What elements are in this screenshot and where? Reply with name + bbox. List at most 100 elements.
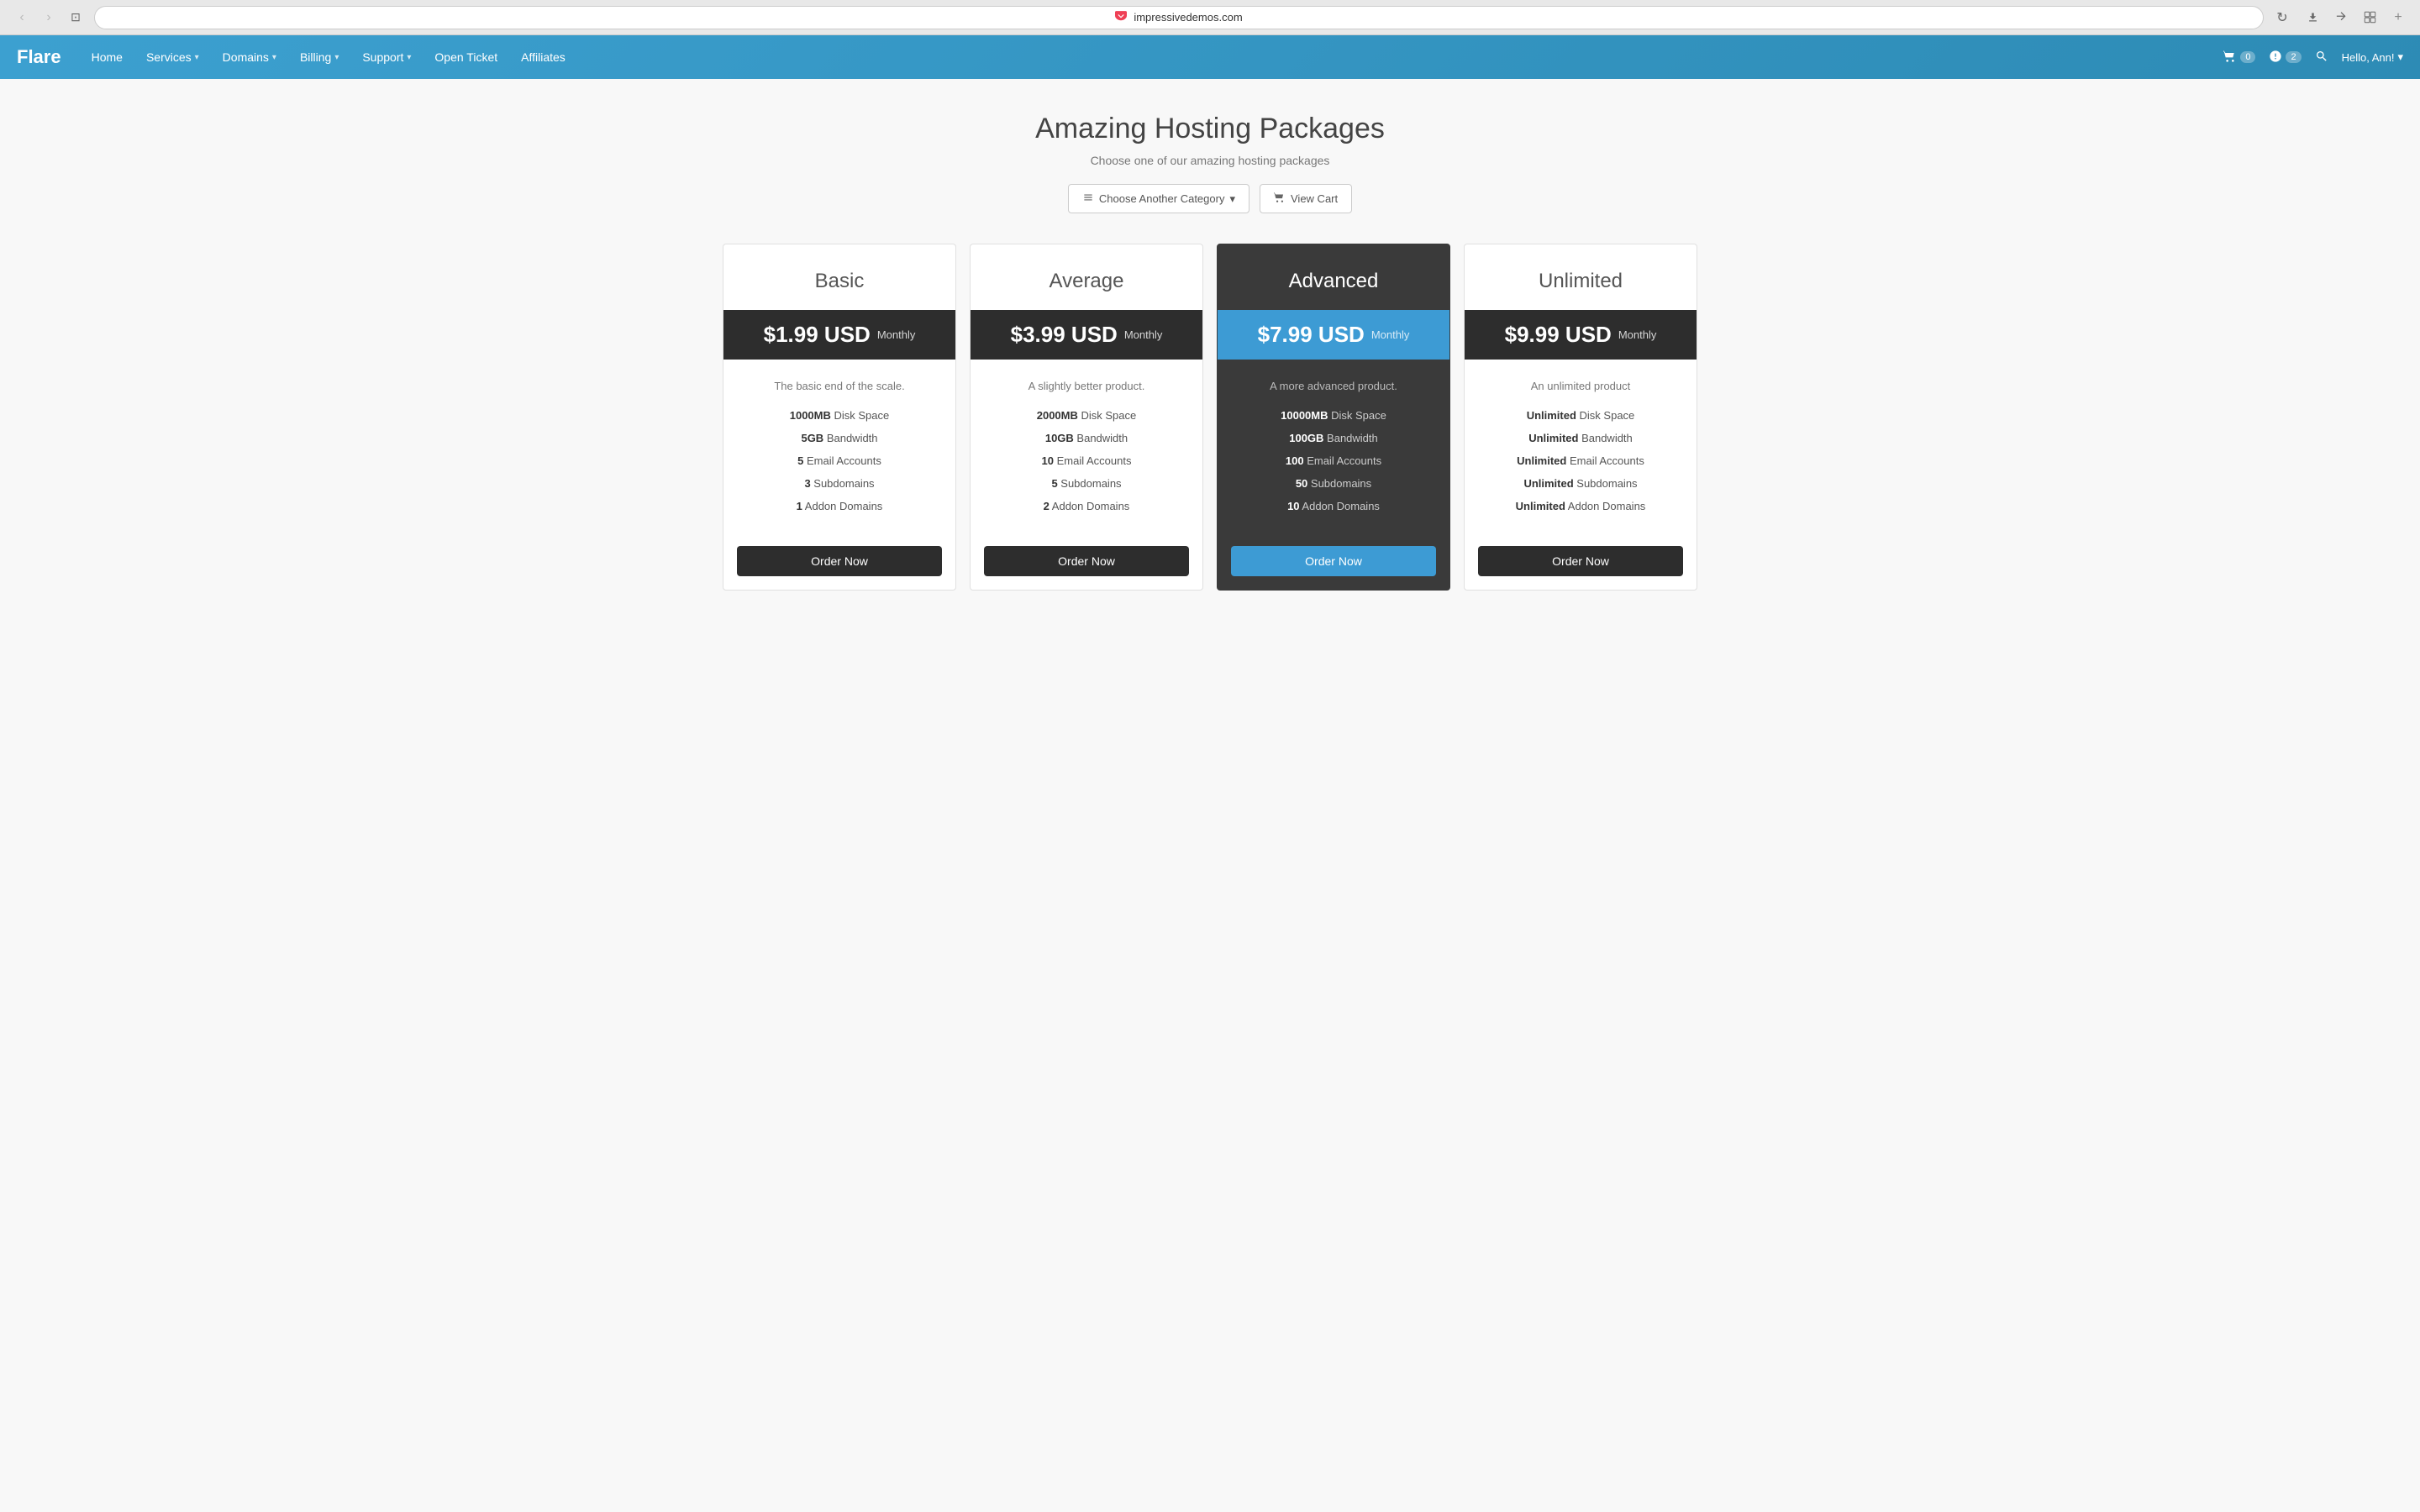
feature-item: Unlimited Subdomains: [1478, 477, 1683, 490]
reload-button[interactable]: ↻: [2270, 6, 2294, 29]
price-bar-average: $3.99 USD Monthly: [971, 310, 1202, 360]
feature-item: Unlimited Addon Domains: [1478, 500, 1683, 512]
billing-chevron: ▾: [334, 53, 339, 62]
card-body-average: A slightly better product. 2000MB Disk S…: [971, 360, 1202, 533]
price-period-unlimited: Monthly: [1618, 328, 1657, 341]
price-bar-unlimited: $9.99 USD Monthly: [1465, 310, 1697, 360]
greeting-text: Hello, Ann!: [2342, 51, 2395, 64]
notifications-button[interactable]: 2: [2269, 50, 2301, 66]
card-body-advanced: A more advanced product. 10000MB Disk Sp…: [1218, 360, 1449, 533]
brand-logo[interactable]: Flare: [17, 46, 61, 68]
price-amount-unlimited: $9.99 USD: [1505, 322, 1612, 348]
feature-item: 1 Addon Domains: [737, 500, 942, 512]
features-list-basic: 1000MB Disk Space 5GB Bandwidth 5 Email …: [737, 409, 942, 512]
feature-item: 5GB Bandwidth: [737, 432, 942, 444]
pricing-grid: Basic $1.99 USD Monthly The basic end of…: [706, 244, 1714, 591]
new-tab-button[interactable]: [2358, 6, 2381, 29]
pricing-card-unlimited: Unlimited $9.99 USD Monthly An unlimited…: [1464, 244, 1697, 591]
services-chevron: ▾: [195, 53, 199, 62]
browser-chrome: ‹ › ⊡ impressivedemos.com ↻ +: [0, 0, 2420, 35]
card-footer-unlimited: Order Now: [1465, 533, 1697, 590]
feature-item: 3 Subdomains: [737, 477, 942, 490]
price-amount-basic: $1.99 USD: [764, 322, 871, 348]
cart-badge: 0: [2240, 51, 2255, 63]
user-menu-chevron: ▾: [2397, 50, 2403, 64]
features-list-advanced: 10000MB Disk Space 100GB Bandwidth 100 E…: [1231, 409, 1436, 512]
card-footer-average: Order Now: [971, 533, 1202, 590]
domains-chevron: ▾: [272, 53, 276, 62]
user-menu[interactable]: Hello, Ann! ▾: [2342, 50, 2403, 64]
page-title: Amazing Hosting Packages: [17, 113, 2403, 145]
forward-button[interactable]: ›: [37, 6, 60, 29]
search-button[interactable]: [2315, 50, 2328, 66]
pocket-icon: [1115, 10, 1127, 24]
card-body-unlimited: An unlimited product Unlimited Disk Spac…: [1465, 360, 1697, 533]
alert-icon: [2269, 50, 2282, 66]
feature-item: Unlimited Disk Space: [1478, 409, 1683, 422]
card-footer-basic: Order Now: [723, 533, 955, 590]
choose-category-button[interactable]: Choose Another Category ▾: [1068, 184, 1249, 213]
category-dropdown-chevron: ▾: [1229, 192, 1235, 206]
url-bar[interactable]: impressivedemos.com: [94, 6, 2264, 29]
notifications-badge: 2: [2286, 51, 2301, 63]
features-list-average: 2000MB Disk Space 10GB Bandwidth 10 Emai…: [984, 409, 1189, 512]
price-bar-basic: $1.99 USD Monthly: [723, 310, 955, 360]
card-header-average: Average: [971, 244, 1202, 310]
price-amount-advanced: $7.99 USD: [1258, 322, 1365, 348]
header-actions: Choose Another Category ▾ View Cart: [17, 184, 2403, 213]
search-icon: [2315, 50, 2328, 66]
card-header-unlimited: Unlimited: [1465, 244, 1697, 310]
card-body-basic: The basic end of the scale. 1000MB Disk …: [723, 360, 955, 533]
card-name-basic: Basic: [740, 270, 939, 293]
back-button[interactable]: ‹: [10, 6, 34, 29]
view-cart-button[interactable]: View Cart: [1260, 184, 1352, 213]
order-button-average[interactable]: Order Now: [984, 546, 1189, 576]
nav-affiliates[interactable]: Affiliates: [511, 45, 576, 69]
url-text: impressivedemos.com: [1134, 11, 1242, 24]
price-period-average: Monthly: [1124, 328, 1163, 341]
cart-icon-button[interactable]: 0: [2223, 50, 2255, 66]
pricing-card-basic: Basic $1.99 USD Monthly The basic end of…: [723, 244, 956, 591]
feature-item: 10 Addon Domains: [1231, 500, 1436, 512]
card-name-advanced: Advanced: [1234, 270, 1433, 293]
feature-item: Unlimited Email Accounts: [1478, 454, 1683, 467]
card-header-advanced: Advanced: [1218, 244, 1449, 310]
feature-item: 100GB Bandwidth: [1231, 432, 1436, 444]
feature-item: 1000MB Disk Space: [737, 409, 942, 422]
nav-open-ticket[interactable]: Open Ticket: [424, 45, 508, 69]
share-button[interactable]: [2329, 6, 2353, 29]
features-list-unlimited: Unlimited Disk Space Unlimited Bandwidth…: [1478, 409, 1683, 512]
order-button-unlimited[interactable]: Order Now: [1478, 546, 1683, 576]
cart-icon: [2223, 50, 2237, 66]
feature-item: Unlimited Bandwidth: [1478, 432, 1683, 444]
feature-item: 2 Addon Domains: [984, 500, 1189, 512]
browser-action-buttons: +: [2301, 6, 2410, 29]
main-content: Amazing Hosting Packages Choose one of o…: [0, 79, 2420, 1512]
card-description-unlimited: An unlimited product: [1478, 380, 1683, 392]
nav-billing[interactable]: Billing ▾: [290, 45, 349, 69]
order-button-basic[interactable]: Order Now: [737, 546, 942, 576]
price-period-advanced: Monthly: [1371, 328, 1410, 341]
feature-item: 100 Email Accounts: [1231, 454, 1436, 467]
order-button-advanced[interactable]: Order Now: [1231, 546, 1436, 576]
card-description-basic: The basic end of the scale.: [737, 380, 942, 392]
download-button[interactable]: [2301, 6, 2324, 29]
card-header-basic: Basic: [723, 244, 955, 310]
card-description-average: A slightly better product.: [984, 380, 1189, 392]
feature-item: 5 Email Accounts: [737, 454, 942, 467]
feature-item: 10GB Bandwidth: [984, 432, 1189, 444]
nav-domains[interactable]: Domains ▾: [213, 45, 287, 69]
page-header: Amazing Hosting Packages Choose one of o…: [17, 113, 2403, 213]
page-subtitle: Choose one of our amazing hosting packag…: [17, 154, 2403, 167]
nav-support[interactable]: Support ▾: [352, 45, 421, 69]
nav-home[interactable]: Home: [82, 45, 133, 69]
feature-item: 2000MB Disk Space: [984, 409, 1189, 422]
feature-item: 10000MB Disk Space: [1231, 409, 1436, 422]
view-cart-icon: [1274, 192, 1286, 206]
feature-item: 10 Email Accounts: [984, 454, 1189, 467]
nav-services[interactable]: Services ▾: [136, 45, 209, 69]
sidebar-button[interactable]: ⊡: [64, 6, 87, 29]
extensions-button[interactable]: +: [2386, 6, 2410, 29]
card-name-average: Average: [987, 270, 1186, 293]
price-period-basic: Monthly: [877, 328, 916, 341]
